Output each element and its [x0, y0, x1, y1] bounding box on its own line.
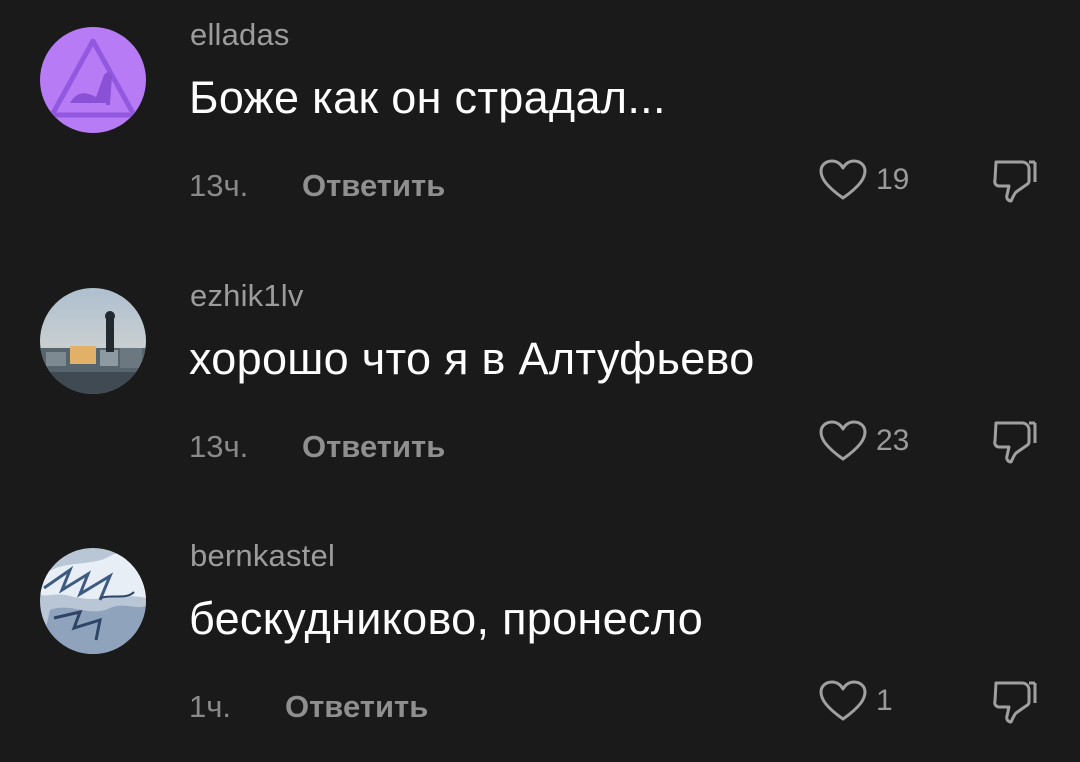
comment-timestamp: 13ч.: [189, 168, 249, 203]
like-button[interactable]: 19: [818, 156, 909, 204]
dislike-button[interactable]: [988, 675, 1040, 727]
comment-username[interactable]: bernkastel: [190, 538, 335, 574]
like-button[interactable]: 23: [818, 417, 909, 465]
reply-button[interactable]: Ответить: [285, 689, 428, 725]
reply-button[interactable]: Ответить: [302, 168, 445, 204]
comment-item: ezhik1lv хорошо что я в Алтуфьево 13ч. О…: [0, 261, 1080, 501]
avatar[interactable]: [40, 548, 146, 654]
dislike-button[interactable]: [988, 154, 1040, 206]
reply-button[interactable]: Ответить: [302, 429, 445, 465]
heart-icon: [819, 420, 867, 461]
comment-text: бескудниково, пронесло: [189, 593, 704, 644]
comment-username[interactable]: elladas: [190, 17, 290, 53]
comment-text: хорошо что я в Алтуфьево: [189, 333, 755, 384]
like-count: 19: [876, 163, 910, 196]
heart-icon: [819, 159, 867, 200]
avatar[interactable]: [40, 288, 146, 394]
heart-icon: [819, 680, 867, 721]
comment-text: Боже как он страдал...: [189, 72, 666, 123]
anime-drawing-avatar: [40, 548, 146, 654]
comment-timestamp: 13ч.: [189, 429, 249, 464]
high-heel-warning-icon: [40, 27, 146, 133]
comment-timestamp: 1ч.: [189, 689, 232, 724]
comment-item: bernkastel бескудниково, пронесло 1ч. От…: [0, 521, 1080, 761]
comment-item: elladas Боже как он страдал... 13ч. Отве…: [0, 0, 1080, 240]
comments-list: elladas Боже как он страдал... 13ч. Отве…: [0, 0, 1080, 762]
like-count: 1: [876, 684, 893, 717]
thumbs-down-icon: [993, 160, 1037, 203]
like-button[interactable]: 1: [818, 677, 893, 725]
rooftop-photo-avatar: [40, 288, 146, 394]
avatar[interactable]: [40, 27, 146, 133]
like-count: 23: [876, 424, 910, 457]
dislike-button[interactable]: [988, 415, 1040, 467]
thumbs-down-icon: [993, 681, 1037, 724]
thumbs-down-icon: [993, 421, 1037, 464]
comment-username[interactable]: ezhik1lv: [190, 278, 304, 314]
